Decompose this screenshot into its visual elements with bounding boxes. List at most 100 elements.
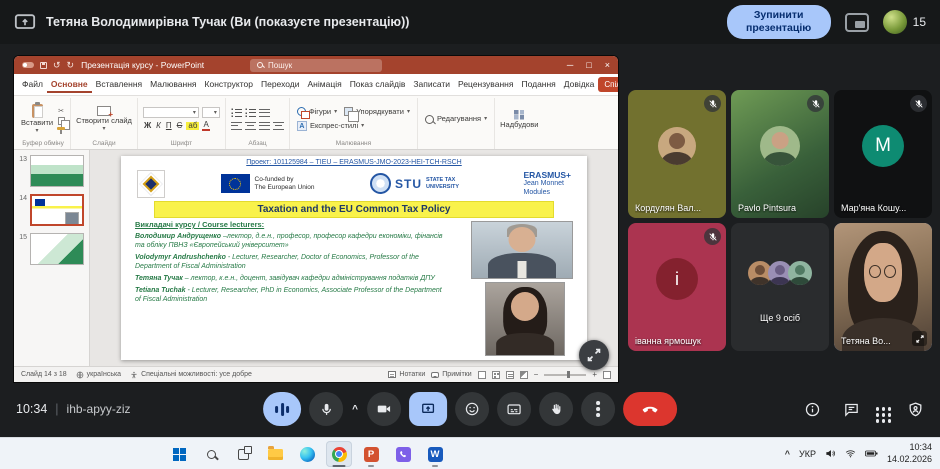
stop-presentation-button[interactable]: Зупинити презентацію [727, 5, 831, 38]
thumbnail-slide-13[interactable]: 13 [14, 155, 86, 187]
fit-to-window-icon[interactable] [603, 371, 611, 379]
tab-record[interactable]: Записати [409, 76, 454, 94]
strikethrough-button[interactable]: С [176, 122, 184, 130]
tab-home[interactable]: Основне [47, 76, 92, 94]
captions-button[interactable] [497, 392, 531, 426]
highlight-button[interactable]: аб [186, 122, 199, 130]
copy-icon[interactable] [58, 117, 65, 125]
participant-tile[interactable]: і іванна ярмошук [628, 223, 726, 351]
view-normal-icon[interactable] [478, 371, 486, 379]
format-painter-icon[interactable] [57, 127, 65, 130]
participant-tile[interactable]: Pavlo Pintsura [731, 90, 829, 218]
thumbnail-slide-15[interactable]: 15 [14, 233, 86, 265]
tab-view[interactable]: Подання [517, 76, 559, 94]
accessibility-status[interactable]: Спеціальні можливості: усе добре [130, 371, 252, 379]
zoom-out-button[interactable]: − [534, 371, 539, 379]
notes-button[interactable]: Нотатки [388, 371, 425, 378]
close-icon[interactable]: × [605, 61, 610, 70]
microphone-button[interactable] [309, 392, 343, 426]
slide-thumbnail-panel[interactable]: 13 14 15 [14, 150, 90, 366]
redo-icon[interactable]: ↻ [67, 61, 75, 70]
zoom-slider[interactable] [544, 374, 586, 376]
shapes-button[interactable]: Фігури ▾ [295, 106, 339, 117]
minimize-icon[interactable]: ─ [567, 61, 573, 70]
view-sorter-icon[interactable] [492, 371, 500, 379]
more-participants-tile[interactable]: Ще 9 осіб [731, 223, 829, 351]
font-size-select[interactable]: ▾ [202, 107, 220, 118]
align-center-icon[interactable] [245, 121, 256, 131]
chat-button[interactable] [843, 401, 860, 418]
arrange-button[interactable]: Упорядкувати ▾ [342, 106, 412, 117]
font-family-select[interactable]: ▾ [143, 107, 199, 118]
bullets-icon[interactable] [231, 108, 242, 118]
tab-design[interactable]: Конструктор [201, 76, 257, 94]
thumbnail-slide-14[interactable]: 14 [14, 194, 86, 226]
comments-button[interactable]: Примітки [431, 371, 471, 378]
search-box[interactable]: Пошук [250, 59, 382, 72]
participant-tile-self-video[interactable]: Тетяна Во... [834, 223, 932, 351]
tab-draw[interactable]: Малювання [146, 76, 200, 94]
italic-button[interactable]: К [155, 122, 162, 130]
taskbar-clock[interactable]: 10:34 14.02.2026 [887, 442, 932, 465]
underline-button[interactable]: П [165, 122, 173, 130]
edge-button[interactable] [294, 441, 320, 467]
share-button[interactable]: Спільний доступ ▾ [598, 77, 618, 92]
taskbar-search[interactable] [198, 441, 224, 467]
hidden-icons-chevron[interactable]: ^ [785, 449, 790, 459]
chrome-button[interactable] [326, 441, 352, 467]
powerpoint-button[interactable]: P [358, 441, 384, 467]
new-slide-button[interactable]: Створити слайд ▾ [76, 106, 132, 132]
battery-icon[interactable] [865, 448, 878, 461]
tab-insert[interactable]: Вставлення [92, 76, 146, 94]
justify-icon[interactable] [259, 121, 270, 131]
language-status[interactable]: українська [76, 371, 121, 379]
participant-tile[interactable]: Кордулян Вал... [628, 90, 726, 218]
reactions-button[interactable] [455, 392, 489, 426]
indent-icon[interactable] [259, 108, 270, 118]
tab-transitions[interactable]: Переходи [257, 76, 304, 94]
meeting-details-button[interactable] [804, 401, 821, 418]
raise-hand-button[interactable] [539, 392, 573, 426]
zoom-in-button[interactable]: + [592, 371, 597, 379]
view-reading-icon[interactable] [506, 371, 514, 379]
addins-button[interactable]: Надбудови [500, 110, 538, 129]
paste-button[interactable]: Вставити ▾ [21, 104, 53, 134]
align-right-icon[interactable] [273, 121, 284, 131]
undo-icon[interactable]: ↺ [53, 61, 61, 70]
language-indicator[interactable]: УКР [799, 449, 816, 459]
task-view-button[interactable] [230, 441, 256, 467]
end-call-button[interactable] [623, 392, 677, 426]
view-slideshow-icon[interactable] [520, 371, 528, 379]
bold-button[interactable]: Ж [143, 122, 152, 130]
mic-activity-indicator[interactable] [263, 392, 301, 426]
camera-button[interactable] [367, 392, 401, 426]
expand-presentation-button[interactable] [579, 340, 609, 370]
tab-help[interactable]: Довідка [560, 76, 599, 94]
tab-review[interactable]: Рецензування [454, 76, 517, 94]
start-button[interactable] [166, 441, 192, 467]
numbering-icon[interactable] [245, 108, 256, 118]
expand-tile-icon[interactable] [912, 331, 927, 346]
save-icon[interactable] [40, 62, 47, 69]
participant-tile[interactable]: M Мар'яна Кошу... [834, 90, 932, 218]
file-explorer-button[interactable] [262, 441, 288, 467]
participant-count[interactable]: 15 [883, 10, 926, 34]
network-icon[interactable] [845, 448, 856, 461]
volume-icon[interactable] [825, 448, 836, 461]
more-options-button[interactable] [581, 392, 615, 426]
powerpoint-title-bar[interactable]: ↺ ↻ Презентація курсу - PowerPoint Пошук… [14, 56, 618, 74]
host-controls-button[interactable] [907, 401, 924, 418]
cut-icon[interactable]: ✂ [58, 108, 64, 115]
editing-button[interactable]: Редагування ▾ [423, 114, 489, 125]
audio-settings-chevron[interactable]: ^ [351, 404, 359, 415]
tab-file[interactable]: Файл [18, 76, 47, 94]
tab-animations[interactable]: Анімація [304, 76, 346, 94]
present-button[interactable] [409, 392, 447, 426]
viber-button[interactable] [390, 441, 416, 467]
align-left-icon[interactable] [231, 121, 242, 131]
tab-slideshow[interactable]: Показ слайдів [346, 76, 410, 94]
autosave-toggle[interactable] [22, 62, 34, 68]
maximize-icon[interactable]: □ [586, 61, 591, 70]
picture-in-picture-icon[interactable] [845, 13, 869, 32]
word-button[interactable]: W [422, 441, 448, 467]
